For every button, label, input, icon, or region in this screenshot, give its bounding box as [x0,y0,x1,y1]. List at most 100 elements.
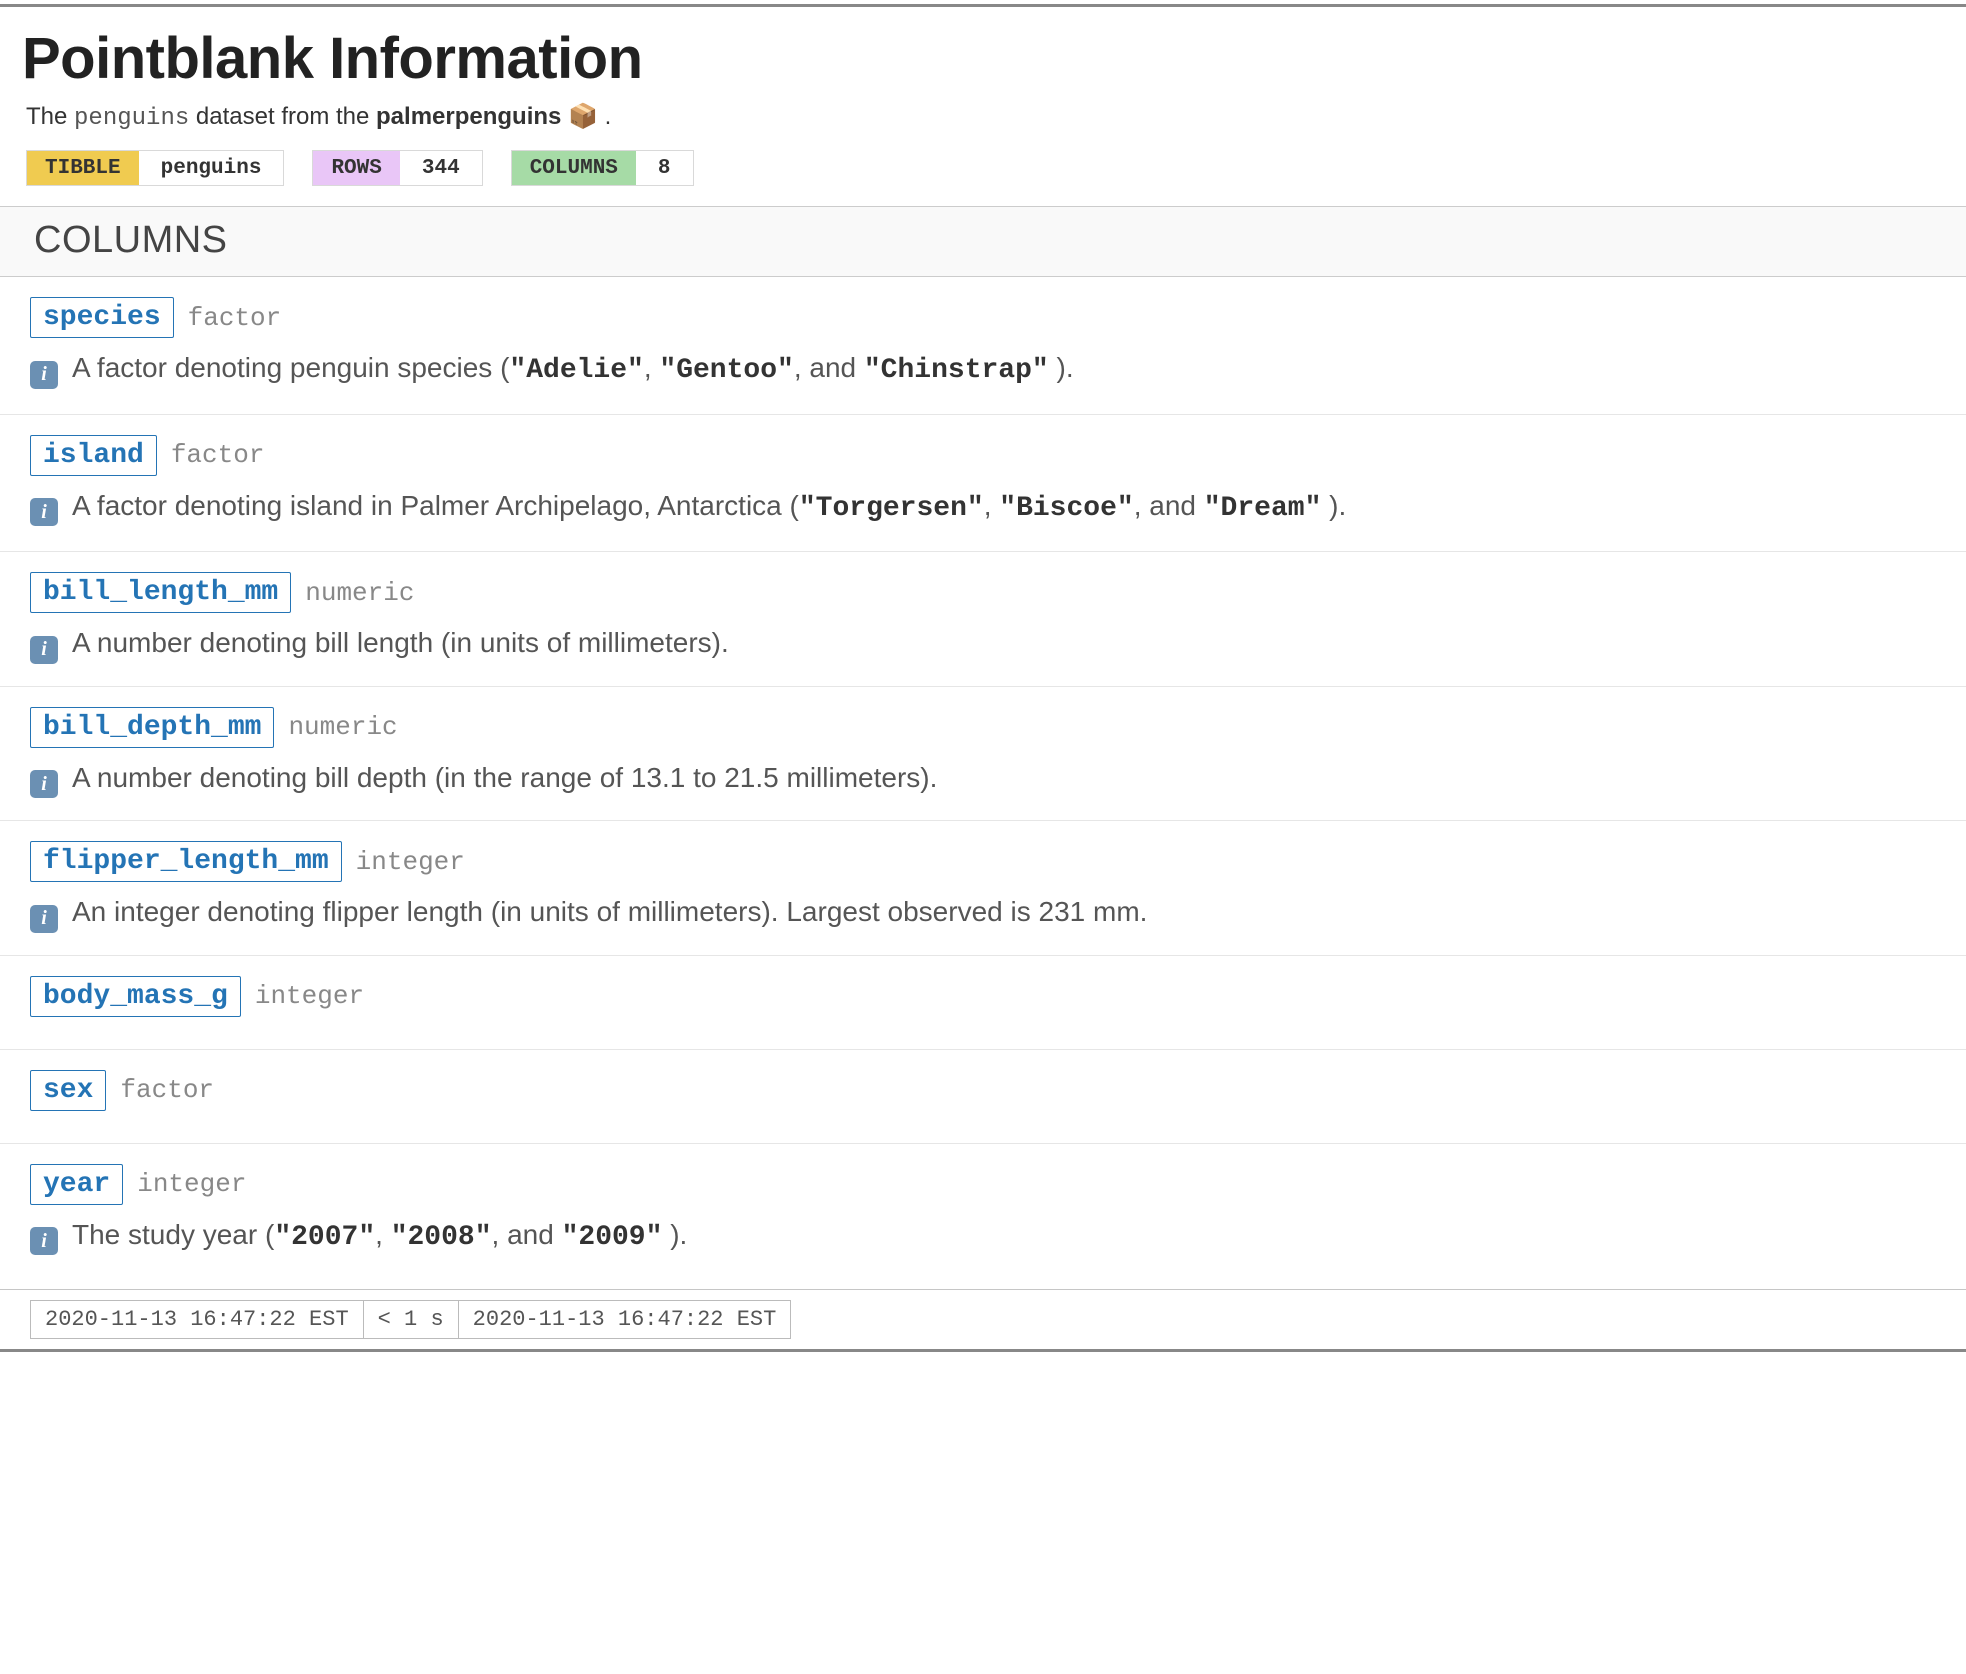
column-entry: flipper_length_mm integer i An integer deno… [0,821,1966,956]
subtitle-suffix: . [605,103,612,130]
report-title: Pointblank Information [22,25,1966,92]
desc-text: , [644,352,660,383]
desc-text: , [375,1219,391,1250]
footer-start-time: 2020-11-13 16:47:22 EST [30,1300,364,1339]
info-icon: i [30,905,58,933]
subtitle-prefix: The [26,103,74,130]
desc-code: "Dream" [1204,493,1322,524]
pill-tibble: TIBBLE penguins [26,150,284,186]
column-type: factor [120,1075,214,1105]
column-name-box: island [30,435,157,476]
report-footer: 2020-11-13 16:47:22 EST < 1 s 2020-11-13… [0,1289,1966,1352]
column-description: i The study year ("2007", "2008", and "20… [30,1215,1966,1259]
column-type: factor [171,440,265,470]
report-container: Pointblank Information The penguins data… [0,4,1966,1352]
column-entry-head: sex factor [30,1070,1966,1111]
desc-code: "Gentoo" [659,355,793,386]
column-description: i A factor denoting penguin species ("Ade… [30,348,1966,392]
desc-text: The study year ( [72,1219,274,1250]
desc-code: "Adelie" [509,355,643,386]
column-description-text: A number denoting bill depth (in the ran… [72,758,937,799]
column-type: numeric [305,578,414,608]
column-type: integer [356,847,465,877]
column-entry: bill_length_mm numeric i A number denoting … [0,552,1966,687]
pill-tibble-label: TIBBLE [27,151,139,185]
column-entry-head: species factor [30,297,1966,338]
column-description-text: A factor denoting penguin species ("Adel… [72,348,1074,392]
column-name-box: bill_length_mm [30,572,291,613]
column-name-box: body_mass_g [30,976,241,1017]
desc-text: ). [1049,352,1074,383]
column-name-box: year [30,1164,123,1205]
column-description-text: A factor denoting island in Palmer Archi… [72,486,1346,530]
columns-section-header: COLUMNS [0,206,1966,277]
column-entry: year integer i The study year ("2007", "200… [0,1144,1966,1281]
desc-text: ). [1321,490,1346,521]
package-icon: 📦 [561,103,604,130]
info-icon: i [30,1227,58,1255]
column-entry: sex factor [0,1050,1966,1144]
desc-text: , [984,490,1000,521]
desc-text: , and [492,1219,562,1250]
pill-columns-label: COLUMNS [512,151,636,185]
desc-text: A factor denoting penguin species ( [72,352,509,383]
columns-list: species factor i A factor denoting penguin … [0,277,1966,1281]
desc-text: , and [794,352,864,383]
info-icon: i [30,361,58,389]
info-icon: i [30,770,58,798]
info-icon: i [30,636,58,664]
desc-code: "2009" [562,1222,663,1253]
desc-code: "Torgersen" [799,493,984,524]
column-entry-head: body_mass_g integer [30,976,1966,1017]
column-description-text: An integer denoting flipper length (in u… [72,892,1147,933]
subtitle-middle: dataset from the [189,103,376,130]
column-entry: species factor i A factor denoting penguin … [0,277,1966,415]
subtitle-dataset-name: penguins [74,105,189,132]
column-entry-head: bill_depth_mm numeric [30,707,1966,748]
column-entry-head: island factor [30,435,1966,476]
footer-duration: < 1 s [364,1300,459,1339]
desc-code: "Biscoe" [999,493,1133,524]
column-entry-head: bill_length_mm numeric [30,572,1966,613]
summary-pills: TIBBLE penguins ROWS 344 COLUMNS 8 [26,150,1966,186]
column-type: integer [137,1169,246,1199]
footer-end-time: 2020-11-13 16:47:22 EST [459,1300,792,1339]
desc-text: A factor denoting island in Palmer Archi… [72,490,799,521]
desc-text: ). [662,1219,687,1250]
column-description: i A factor denoting island in Palmer Arch… [30,486,1966,530]
desc-code: "Chinstrap" [864,355,1049,386]
column-entry-head: flipper_length_mm integer [30,841,1966,882]
column-entry: body_mass_g integer [0,956,1966,1050]
column-entry-head: year integer [30,1164,1966,1205]
top-rule [0,4,1966,7]
column-description-text: The study year ("2007", "2008", and "200… [72,1215,687,1259]
info-icon: i [30,498,58,526]
column-name-box: species [30,297,174,338]
desc-text: A number denoting bill length (in units … [72,627,729,658]
column-entry: bill_depth_mm numeric i A number denoting b… [0,687,1966,822]
column-description: i An integer denoting flipper length (in … [30,892,1966,933]
column-description: i A number denoting bill length (in units… [30,623,1966,664]
subtitle-package-name: palmerpenguins [376,103,561,130]
column-name-box: sex [30,1070,106,1111]
column-type: numeric [288,712,397,742]
column-entry: island factor i A factor denoting island in… [0,415,1966,553]
desc-code: "2008" [391,1222,492,1253]
column-name-box: bill_depth_mm [30,707,274,748]
column-description: i A number denoting bill depth (in the ra… [30,758,1966,799]
pill-tibble-value: penguins [139,151,284,185]
desc-code: "2007" [274,1222,375,1253]
desc-text: A number denoting bill depth (in the ran… [72,762,937,793]
pill-columns: COLUMNS 8 [511,150,694,186]
column-name-box: flipper_length_mm [30,841,342,882]
desc-text: An integer denoting flipper length (in u… [72,896,1147,927]
desc-text: , and [1134,490,1204,521]
pill-rows-label: ROWS [313,151,399,185]
column-type: factor [188,303,282,333]
pill-columns-value: 8 [636,151,693,185]
column-type: integer [255,981,364,1011]
report-subtitle: The penguins dataset from the palmerpeng… [26,102,1966,132]
column-description-text: A number denoting bill length (in units … [72,623,729,664]
pill-rows-value: 344 [400,151,482,185]
pill-rows: ROWS 344 [312,150,482,186]
